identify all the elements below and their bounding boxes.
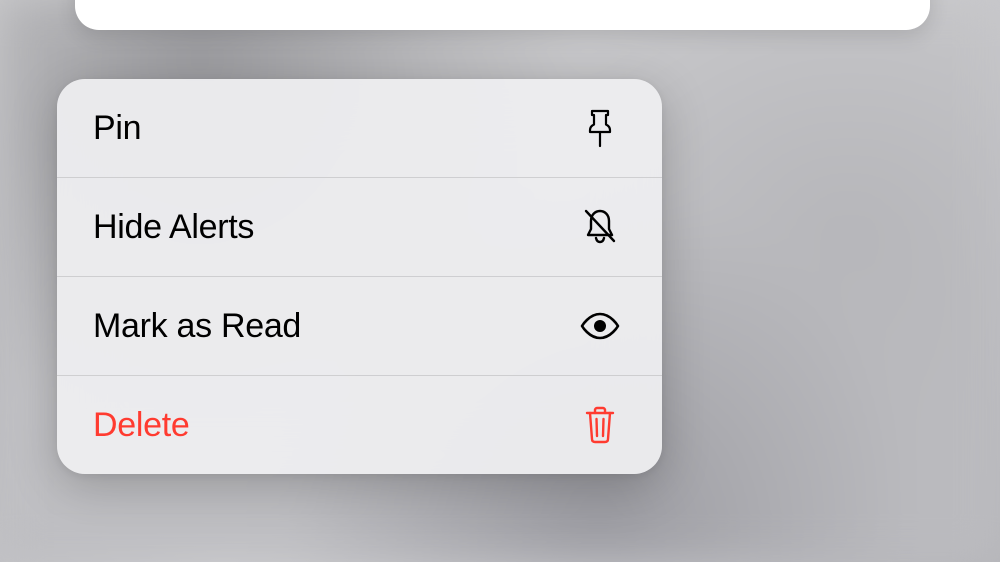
menu-item-label: Pin — [93, 109, 141, 148]
menu-item-delete[interactable]: Delete — [57, 375, 662, 474]
trash-icon — [578, 405, 622, 445]
pin-icon — [578, 108, 622, 148]
bell-slash-icon — [578, 207, 622, 247]
menu-item-label: Hide Alerts — [93, 208, 254, 247]
menu-item-mark-as-read[interactable]: Mark as Read — [57, 276, 662, 375]
eye-icon — [578, 306, 622, 346]
menu-item-hide-alerts[interactable]: Hide Alerts — [57, 177, 662, 276]
menu-item-label: Delete — [93, 406, 189, 445]
preview-card — [75, 0, 930, 30]
menu-item-pin[interactable]: Pin — [57, 79, 662, 177]
context-menu: Pin Hide Alerts Mark as Read Del — [57, 79, 662, 474]
menu-item-label: Mark as Read — [93, 307, 301, 346]
